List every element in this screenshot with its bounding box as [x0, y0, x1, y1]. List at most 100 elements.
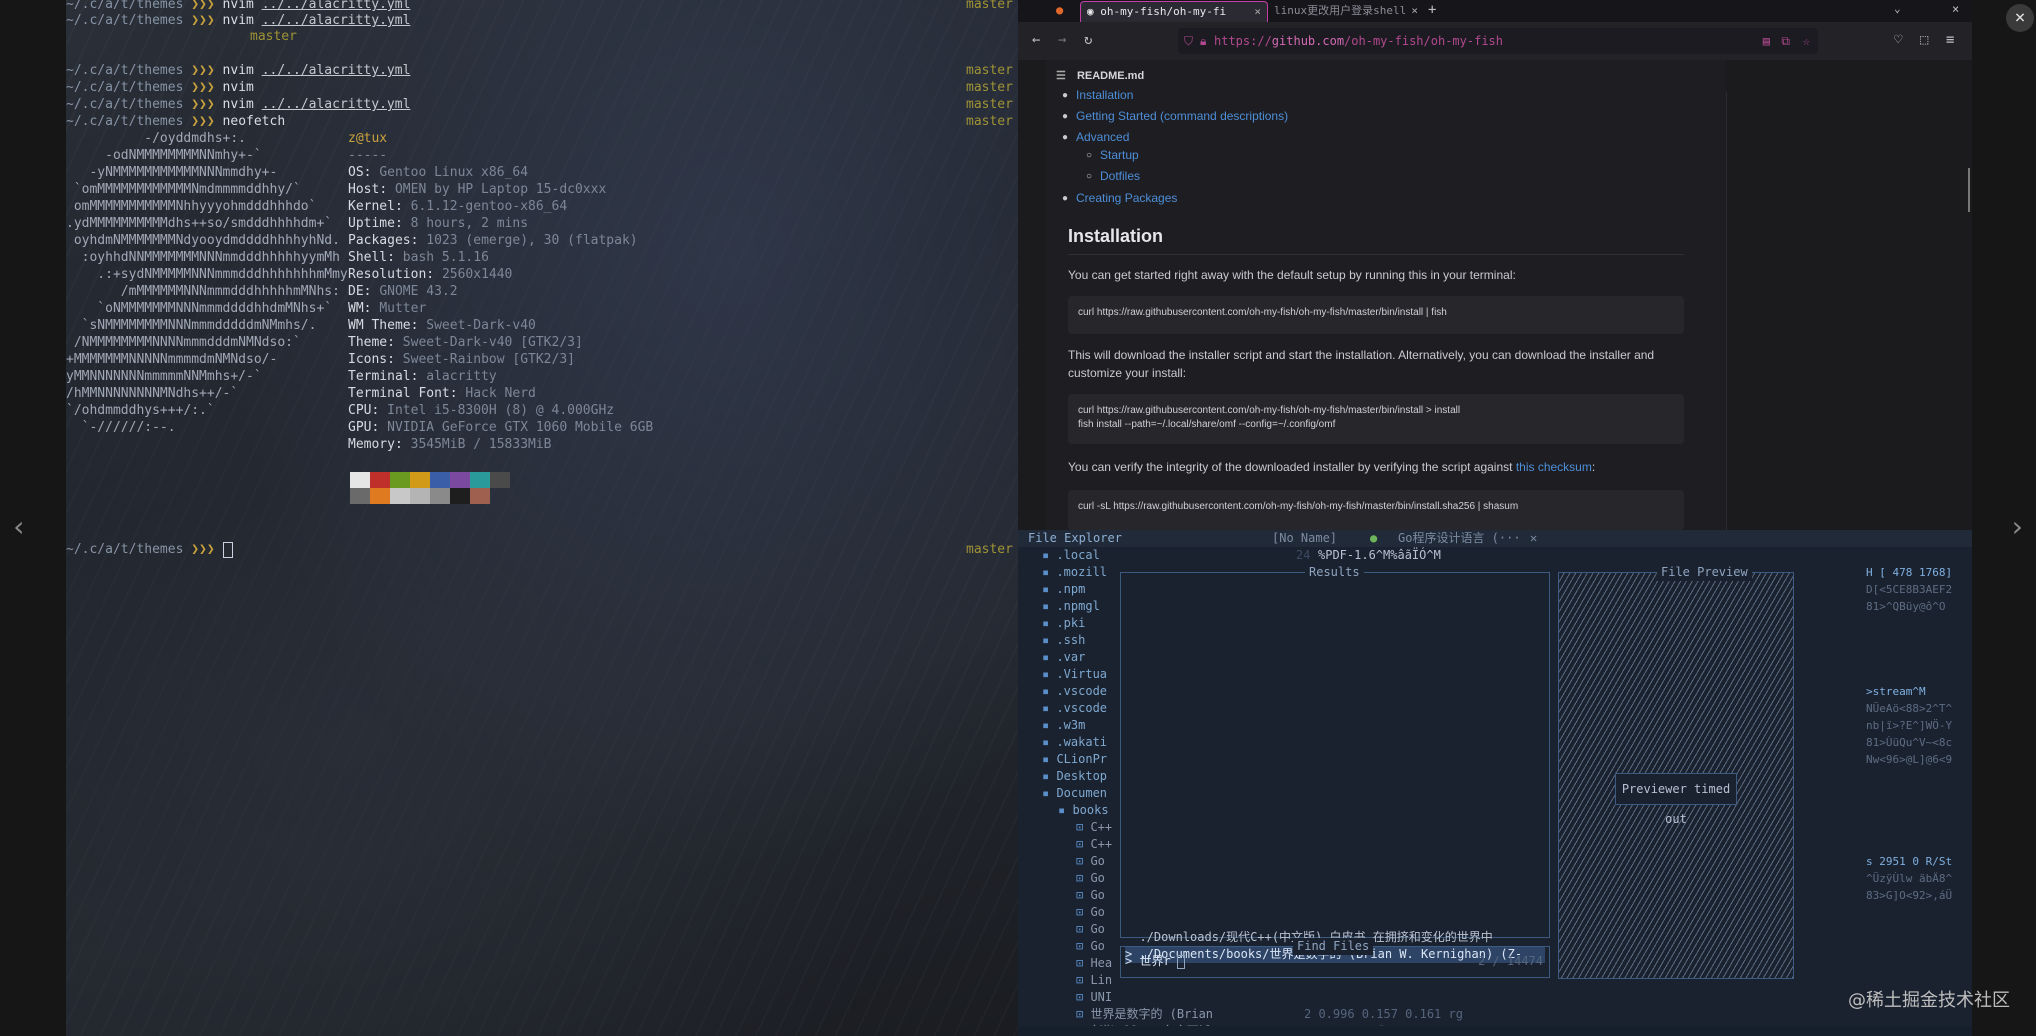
explorer-item[interactable]: ▪ Desktop: [1042, 768, 1107, 785]
toc-link-creating-packages[interactable]: Creating Packages: [1076, 191, 1177, 205]
explorer-item[interactable]: ▪ .var: [1042, 649, 1085, 666]
explorer-item[interactable]: ▪ books: [1058, 802, 1109, 819]
toc-link-startup[interactable]: Startup: [1100, 148, 1139, 162]
color-swatch: [390, 472, 410, 488]
explorer-item[interactable]: ⊡ Lin: [1076, 972, 1112, 989]
info-key: Terminal: [348, 369, 411, 384]
explorer-item-label: .npmgl: [1056, 599, 1100, 613]
explorer-item[interactable]: ⊡ Go: [1076, 887, 1105, 904]
file-icon: ⊡: [1076, 939, 1091, 953]
info-value: OMEN by HP Laptop 15-dc0xxx: [394, 182, 607, 197]
explorer-item[interactable]: ⊡ UNI: [1076, 989, 1112, 1006]
url-scheme: https://: [1214, 34, 1272, 48]
explorer-item[interactable]: ⊡ Hea: [1076, 955, 1112, 972]
pdf-binary-line: NÜeAö<88>2^T^: [1866, 702, 1953, 715]
viewer-close-icon[interactable]: ×: [2006, 4, 2034, 32]
explorer-item[interactable]: ⊡ Go: [1076, 853, 1105, 870]
explorer-item[interactable]: ▪ .npmgl: [1042, 598, 1100, 615]
url-path: /oh-my-fish/oh-my-fish: [1344, 34, 1503, 48]
custom-install-code-block[interactable]: curl https://raw.githubusercontent.com/o…: [1068, 394, 1684, 444]
telescope-results-panel[interactable]: Results ./Downloads/现代C++(中文版) 白皮书 在拥挤和变…: [1120, 564, 1550, 963]
search-query-input[interactable]: > 世界r: [1125, 953, 1171, 970]
explorer-item[interactable]: ⊡ 世界是数字的 (Brian: [1076, 1006, 1213, 1023]
translate-icon[interactable]: ⧉: [1781, 28, 1790, 54]
toc-link-dotfiles[interactable]: Dotfiles: [1100, 169, 1140, 183]
neofetch-info-row: DE: GNOME 43.2: [348, 284, 458, 299]
back-arrow-icon[interactable]: ←: [1032, 32, 1040, 48]
extensions-icon[interactable]: ⬚: [1920, 32, 1928, 48]
terminal-branch-label: master: [966, 97, 1013, 112]
explorer-item[interactable]: ▪ .ssh: [1042, 632, 1085, 649]
address-bar[interactable]: ⛉ 🔒︎ https://github.com/oh-my-fish/oh-my…: [1178, 28, 1818, 54]
reload-icon[interactable]: ↻: [1084, 32, 1092, 48]
new-tab-icon[interactable]: +: [1428, 2, 1436, 18]
next-image-arrow-icon[interactable]: ›: [2002, 512, 2032, 542]
toc-link-installation[interactable]: Installation: [1076, 88, 1133, 102]
install-code-block[interactable]: curl https://raw.githubusercontent.com/o…: [1068, 296, 1684, 334]
explorer-item[interactable]: ▪ .Virtua: [1042, 666, 1107, 683]
neofetch-separator: -----: [348, 148, 388, 163]
checksum-code-block[interactable]: curl -sL https://raw.githubusercontent.c…: [1068, 490, 1684, 530]
explorer-item-label: C++: [1090, 837, 1113, 851]
explorer-item[interactable]: ⊡ C++: [1076, 836, 1112, 853]
toc-link-advanced[interactable]: Advanced: [1076, 130, 1129, 144]
bookmark-star-icon[interactable]: ☆: [1803, 28, 1810, 54]
explorer-item[interactable]: ▪ .vscode: [1042, 700, 1107, 717]
neovim-window[interactable]: File Explorer [No Name] ● Go程序设计语言 (··· …: [1018, 530, 1972, 1036]
terminal-window[interactable]: ~/.c/a/t/themes ❯❯❯ nvim ../../alacritty…: [66, 0, 1018, 1036]
pdf-binary-line: H [ 478 1768]: [1866, 566, 1953, 579]
reader-view-icon[interactable]: ▤: [1763, 28, 1770, 54]
explorer-item[interactable]: ▪ .local: [1042, 547, 1100, 564]
buffer-close-icon[interactable]: ✕: [1530, 530, 1537, 547]
firefox-window[interactable]: ● ◉ oh-my-fish/oh-my-fi × linux更改用户登录she…: [1018, 0, 1972, 530]
checksum-link[interactable]: this checksum: [1516, 460, 1592, 474]
outline-list-icon[interactable]: ☰: [1046, 70, 1066, 82]
explorer-item[interactable]: ▪ .pki: [1042, 615, 1085, 632]
ascii-art-line: `omMMMMMMMMMMMMNmdmmmmddhhy/`: [66, 182, 301, 197]
tab-close-icon[interactable]: ×: [1411, 1, 1418, 21]
explorer-item[interactable]: ▪ .npm: [1042, 581, 1085, 598]
pdf-binary-line: Nw<96>@L]@6<9: [1866, 753, 1953, 766]
browser-tab-active[interactable]: ◉ oh-my-fish/oh-my-fi ×: [1080, 1, 1268, 23]
tab-list-chevron-icon[interactable]: ⌄: [1894, 2, 1901, 15]
file-icon: ⊡: [1076, 956, 1091, 970]
telescope-prompt-panel[interactable]: Find Files > 世界r 2 / 14474: [1120, 938, 1550, 978]
explorer-item[interactable]: ▪ Documen: [1042, 785, 1107, 802]
toc-link-getting-started[interactable]: Getting Started (command descriptions): [1076, 109, 1288, 123]
terminal-current-prompt[interactable]: ~/.c/a/t/themes ❯❯❯: [66, 541, 233, 558]
info-key: DE: [348, 284, 364, 299]
neofetch-info-row: Packages: 1023 (emerge), 30 (flatpak): [348, 233, 638, 248]
explorer-item-label: Go: [1090, 922, 1105, 936]
previous-image-arrow-icon[interactable]: ‹: [4, 512, 34, 542]
explorer-item[interactable]: ⊡ Go: [1076, 938, 1105, 955]
explorer-item[interactable]: ▪ .mozill: [1042, 564, 1107, 581]
explorer-item[interactable]: ▪ .wakati: [1042, 734, 1107, 751]
pocket-icon[interactable]: ♡: [1894, 32, 1902, 48]
window-close-icon[interactable]: ×: [1952, 2, 1959, 16]
buffer-tab-go[interactable]: Go程序设计语言 (···: [1398, 530, 1521, 547]
explorer-item[interactable]: ▪ CLionPr: [1042, 751, 1107, 768]
explorer-item[interactable]: ▪ .vscode: [1042, 683, 1107, 700]
pdf-binary-line: s 2951 0 R/St: [1866, 855, 1953, 868]
scrollbar-thumb[interactable]: [1968, 168, 1970, 212]
info-value: alacritty: [426, 369, 497, 384]
ascii-art-line: `oNMMMMMMMNNNmmmddddhhdmMNhs+`: [66, 301, 333, 316]
explorer-item[interactable]: ⊡ Go: [1076, 870, 1105, 887]
info-value: GNOME 43.2: [379, 284, 458, 299]
explorer-item[interactable]: ⊡ Go: [1076, 904, 1105, 921]
browser-tab-inactive[interactable]: linux更改用户登录shell ×: [1254, 1, 1424, 21]
explorer-item-label: 世界是数字的 (Brian: [1090, 1007, 1214, 1021]
neofetch-color-swatches: [350, 472, 530, 506]
list-bullet: ○: [1086, 171, 1093, 182]
hamburger-menu-icon[interactable]: ≡: [1946, 32, 1954, 48]
pdf-binary-line: [1866, 666, 1972, 683]
pdf-binary-line: [1866, 836, 1972, 853]
forward-arrow-icon[interactable]: →: [1058, 32, 1066, 48]
explorer-item[interactable]: ▪ .w3m: [1042, 717, 1085, 734]
buffer-tab-noname[interactable]: [No Name]: [1272, 530, 1337, 547]
pdf-binary-line: 81>^QBüy@ô^O: [1866, 600, 1946, 613]
explorer-item[interactable]: ⊡ C++: [1076, 819, 1112, 836]
folder-icon: ▪: [1042, 667, 1057, 681]
explorer-item[interactable]: ⊡ Go: [1076, 921, 1105, 938]
firefox-menu-icon[interactable]: ●: [1056, 3, 1063, 17]
